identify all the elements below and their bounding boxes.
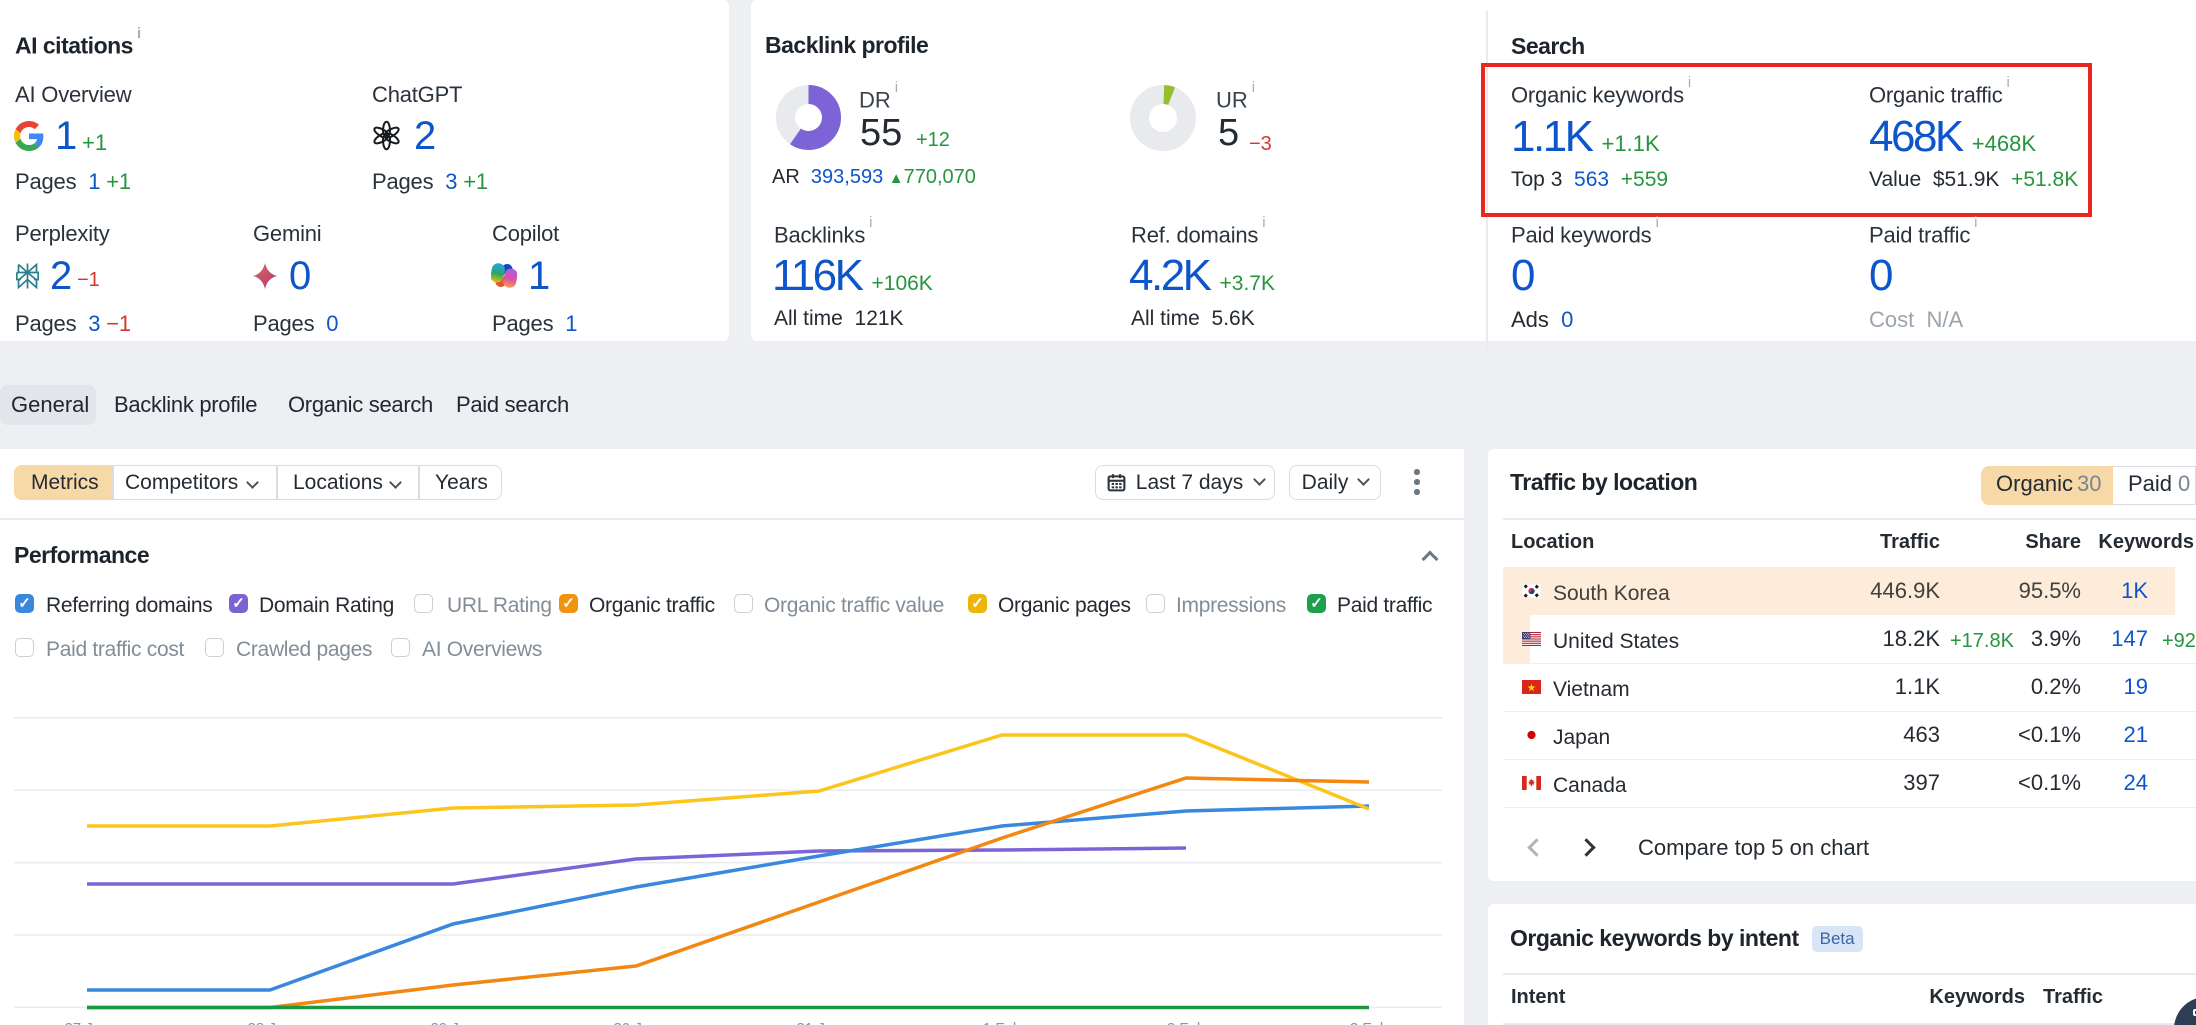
svg-text:28 Jan: 28 Jan [247,1020,292,1025]
svg-text:3 Feb: 3 Feb [1350,1020,1388,1025]
svg-text:31 Jan: 31 Jan [796,1020,841,1025]
svg-text:30 Jan: 30 Jan [613,1020,658,1025]
svg-text:2 Feb: 2 Feb [1167,1020,1205,1025]
svg-text:1 Feb: 1 Feb [983,1020,1021,1025]
svg-text:29 Jan: 29 Jan [430,1020,475,1025]
svg-text:27 Jan: 27 Jan [64,1020,109,1025]
